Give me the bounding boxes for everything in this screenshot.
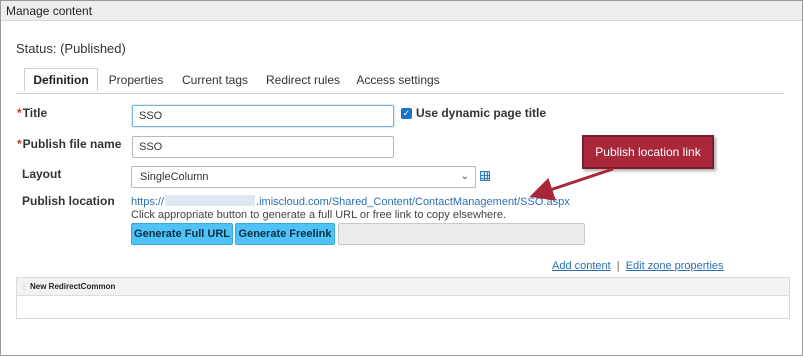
manage-content-window: Manage content Status: (Published) Defin…: [0, 0, 803, 356]
annotation-arrow-icon: [529, 167, 614, 201]
